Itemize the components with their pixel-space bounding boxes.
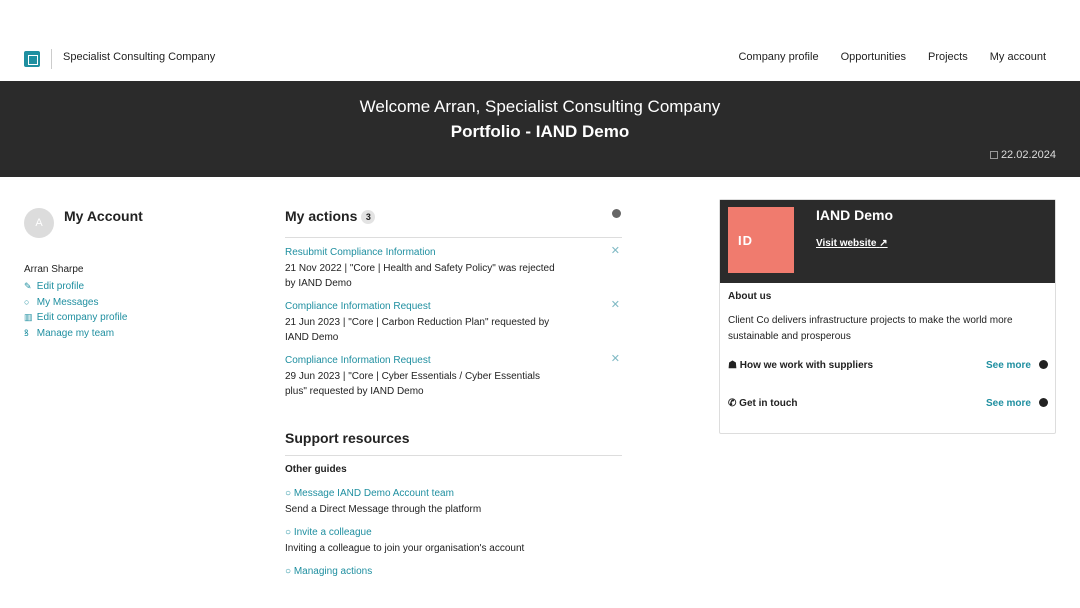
action-title-link[interactable]: Compliance Information Request [285,353,622,369]
client-logo-text: ID [738,233,753,248]
guide-link[interactable]: ○ Message IAND Demo Account team [285,486,481,502]
manage-team-label: Manage my team [36,327,115,339]
get-in-touch-row[interactable]: ✆ Get in touch See more [728,398,1048,409]
suppliers-label: How we work with suppliers [739,360,874,371]
logo-divider [51,49,52,69]
close-icon[interactable]: ✕ [611,244,620,260]
building-icon: ▥ [24,312,33,322]
guide-description: Inviting a colleague to join your organi… [285,542,525,554]
guide-link-label: Message IAND Demo Account team [293,488,454,499]
action-title-link[interactable]: Compliance Information Request [285,299,622,315]
company-name: Specialist Consulting Company [63,51,216,63]
people-icon: ☗ [728,360,737,371]
my-actions-heading: My actions 3 [285,208,622,224]
nav-company-profile[interactable]: Company profile [738,51,818,63]
chevron-down-icon [1039,360,1048,369]
edit-company-profile-label: Edit company profile [36,312,128,323]
see-more-label: See more [985,360,1031,371]
guide-link-label: Managing actions [293,566,373,577]
date-display: 22.02.2024 [989,149,1056,161]
my-account-heading: My Account [64,208,143,224]
edit-profile-label: Edit profile [36,281,85,292]
action-description: 29 Jun 2023 | "Core | Cyber Essentials /… [285,370,540,398]
close-icon[interactable]: ✕ [611,352,620,368]
action-description: 21 Jun 2023 | "Core | Carbon Reduction P… [285,316,550,344]
client-card-header: ID IAND Demo Visit website ↗ [720,200,1055,283]
divider [285,455,622,456]
client-logo: ID [728,207,794,273]
my-messages-label: My Messages [36,296,99,308]
nav-opportunities[interactable]: Opportunities [841,51,906,63]
client-card: ID IAND Demo Visit website ↗ About us Cl… [719,199,1056,434]
chat-bubble-icon: ○ [24,296,30,307]
guide-description: Send a Direct Message through the platfo… [285,503,482,515]
circle-icon: ○ [285,566,292,577]
actions-count-badge: 3 [361,210,376,224]
suppliers-row[interactable]: ☗ How we work with suppliers See more [728,360,1048,371]
visit-website-label: Visit website [816,238,877,249]
visit-website-link[interactable]: Visit website ↗ [816,238,888,249]
chevron-down-icon [1039,398,1048,407]
welcome-banner: Welcome Arran, Specialist Consulting Com… [0,81,1080,177]
action-item: Resubmit Compliance Information 21 Nov 2… [285,245,622,292]
about-us-heading: About us [728,291,772,302]
manage-team-link[interactable]: ꝸ Manage my team [24,326,127,342]
welcome-text: Welcome Arran, Specialist Consulting Com… [359,97,721,116]
guide-item: ○ Message IAND Demo Account team Send a … [285,486,481,517]
avatar: A [24,208,54,238]
see-more-button[interactable]: See more [986,398,1048,409]
external-link-icon: ↗ [879,238,888,249]
divider [285,237,622,238]
calendar-icon [989,151,998,159]
my-messages-link[interactable]: ○ My Messages [24,295,127,311]
guide-link[interactable]: ○ Invite a colleague [285,525,524,541]
action-item: Compliance Information Request 29 Jun 20… [285,353,622,400]
support-resources-heading: Support resources [285,430,410,446]
account-links: ✎ Edit profile ○ My Messages ▥ Edit comp… [24,279,127,341]
edit-profile-link[interactable]: ✎ Edit profile [24,279,127,295]
phone-icon: ✆ [728,398,737,409]
action-title-link[interactable]: Resubmit Compliance Information [285,245,622,261]
edit-company-profile-link[interactable]: ▥ Edit company profile [24,310,127,326]
about-us-text: Client Co delivers infrastructure projec… [728,315,1013,342]
guide-item: ○ Managing actions [285,564,372,580]
see-more-button[interactable]: See more [986,360,1048,371]
other-guides-heading: Other guides [285,464,347,475]
close-icon[interactable]: ✕ [611,298,620,314]
client-name: IAND Demo [816,207,894,223]
guide-item: ○ Invite a colleague Inviting a colleagu… [285,525,524,556]
user-name: Arran Sharpe [24,264,84,275]
portfolio-title: Portfolio - IAND Demo [450,122,630,141]
see-more-label: See more [985,398,1031,409]
nav-projects[interactable]: Projects [928,51,968,63]
nav-links: Company profile Opportunities Projects M… [738,51,1046,63]
action-item: Compliance Information Request 21 Jun 20… [285,299,622,346]
guide-link-label: Invite a colleague [293,527,372,538]
guide-link[interactable]: ○ Managing actions [285,564,372,580]
team-icon: ꝸ [24,327,29,338]
my-actions-title: My actions [285,208,358,224]
top-navigation: Specialist Consulting Company Company pr… [0,0,1080,80]
app-logo-icon[interactable] [24,51,40,67]
date-text: 22.02.2024 [1000,149,1056,161]
get-in-touch-label: Get in touch [739,398,798,409]
nav-my-account[interactable]: My account [990,51,1046,63]
action-description: 21 Nov 2022 | "Core | Health and Safety … [285,262,555,290]
settings-icon[interactable] [612,209,621,218]
circle-icon: ○ [285,527,292,538]
pencil-icon: ✎ [24,281,32,291]
chat-bubble-icon: ○ [285,488,292,499]
